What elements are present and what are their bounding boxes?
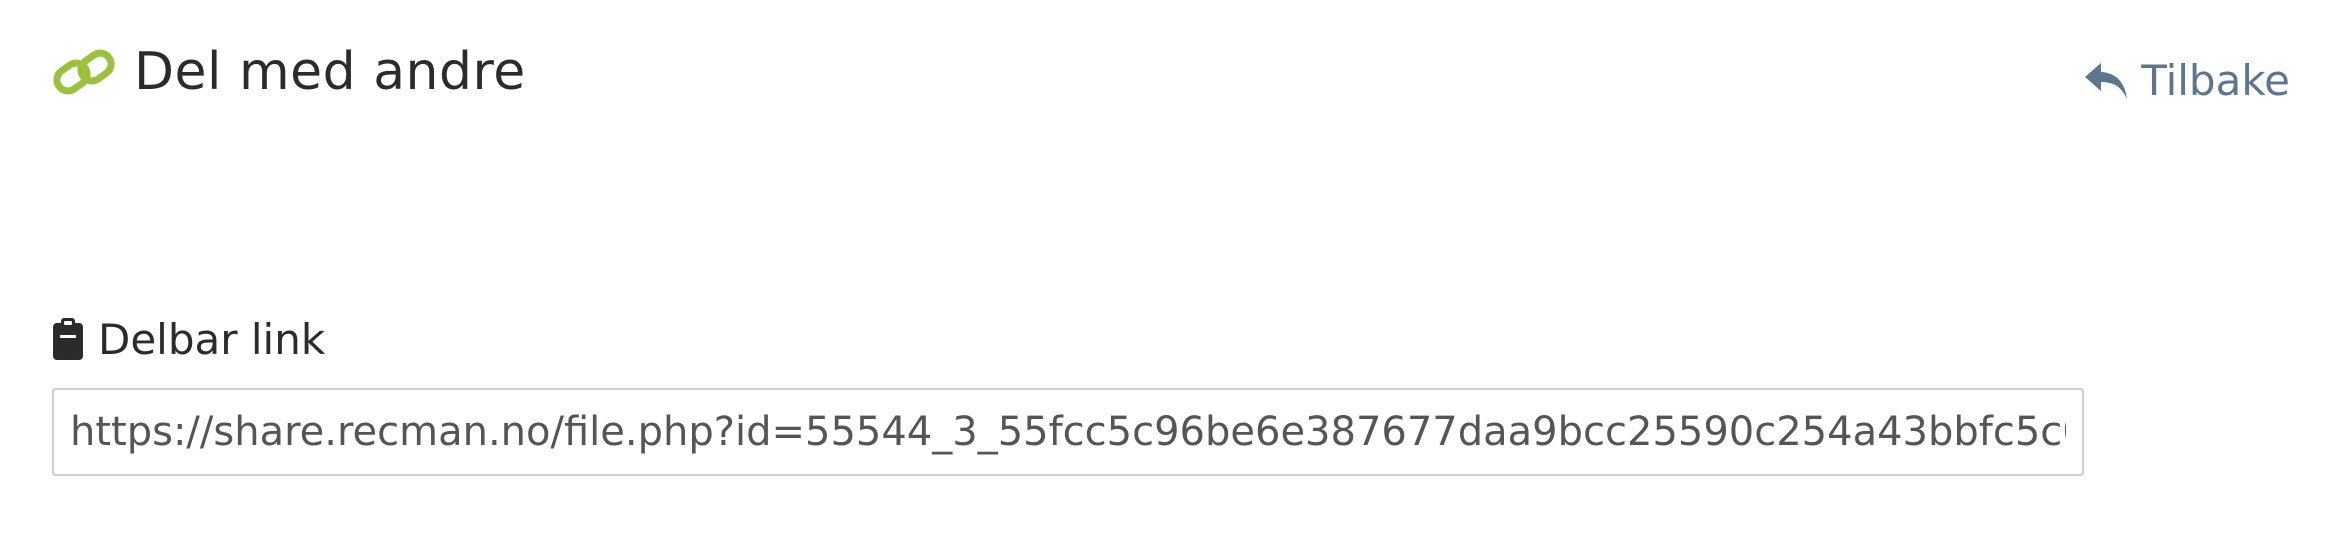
clipboard-icon [52, 317, 84, 361]
page-title-group: Del med andre [52, 46, 526, 98]
share-link-field: Delbar link [52, 312, 2084, 476]
link-icon [52, 46, 116, 98]
share-link-input[interactable] [52, 388, 2084, 476]
share-link-label-group: Delbar link [52, 312, 2084, 366]
page-header: Del med andre Tilbake [52, 40, 2306, 120]
share-page: Del med andre Tilbake Delbar link [0, 0, 2346, 534]
page-title: Del med andre [134, 42, 526, 102]
reply-arrow-icon [2083, 61, 2129, 101]
back-link[interactable]: Tilbake [2083, 56, 2290, 105]
share-link-label: Delbar link [98, 314, 326, 364]
back-link-label: Tilbake [2141, 56, 2290, 105]
